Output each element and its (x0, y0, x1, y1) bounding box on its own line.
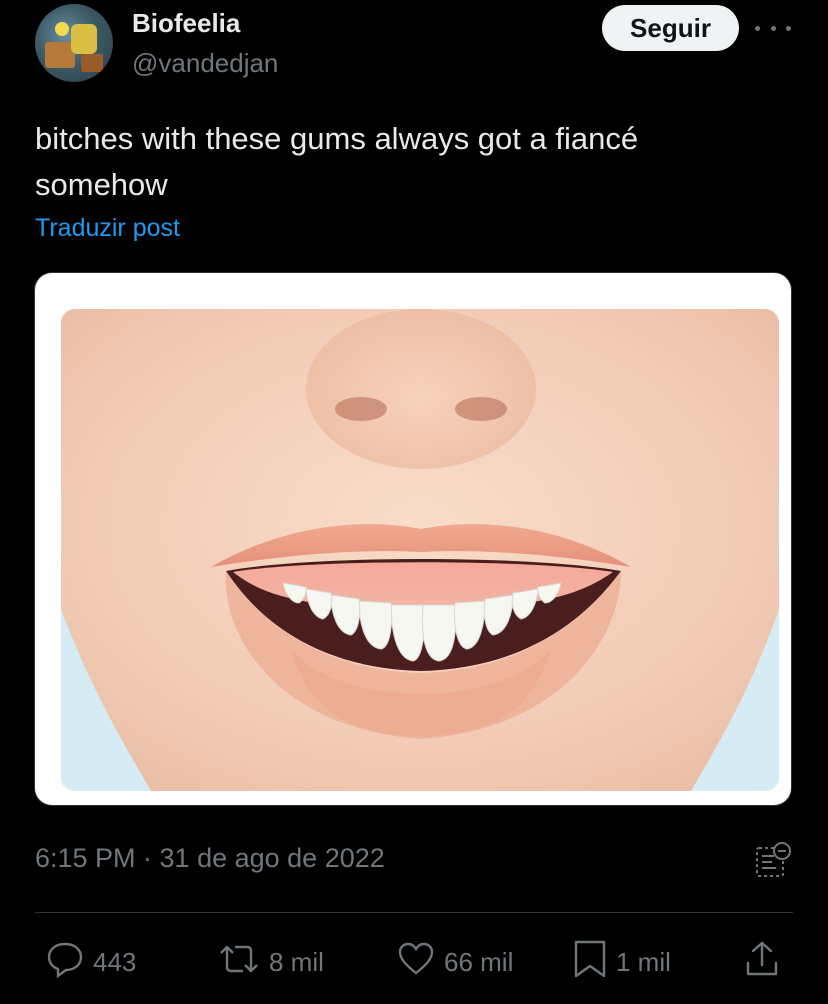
author-handle[interactable]: @vandedjan (132, 48, 278, 79)
translate-link[interactable]: Traduzir post (35, 214, 180, 243)
repost-count: 8 mil (269, 946, 324, 977)
like-icon (396, 939, 444, 986)
bookmark-count: 1 mil (616, 946, 671, 977)
more-icon[interactable] (755, 18, 791, 38)
like-count: 66 mil (444, 946, 514, 977)
share-button[interactable] (742, 940, 790, 984)
reply-icon (45, 939, 93, 986)
share-icon (742, 939, 790, 986)
tweet-text-line-2: somehow (35, 167, 168, 202)
bookmark-button[interactable]: 1 mil (572, 940, 671, 984)
avatar[interactable] (35, 4, 113, 82)
bookmark-icon (572, 939, 616, 986)
repost-button[interactable]: 8 mil (217, 940, 324, 984)
tweet-photo[interactable] (61, 309, 779, 791)
repost-icon (217, 939, 269, 986)
tweet-text-line-1: bitches with these gums always got a fia… (35, 121, 639, 156)
views-icon[interactable] (754, 840, 794, 880)
follow-button[interactable]: Seguir (602, 5, 739, 51)
tweet-text: bitches with these gums always got a fia… (35, 116, 795, 208)
reply-count: 443 (93, 946, 137, 977)
like-button[interactable]: 66 mil (396, 940, 513, 984)
reply-button[interactable]: 443 (45, 940, 136, 984)
divider (35, 912, 793, 913)
post-timestamp[interactable]: 6:15 PM · 31 de ago de 2022 (35, 843, 385, 874)
media-container[interactable] (34, 272, 792, 806)
author-display-name[interactable]: Biofeelia (132, 8, 240, 39)
